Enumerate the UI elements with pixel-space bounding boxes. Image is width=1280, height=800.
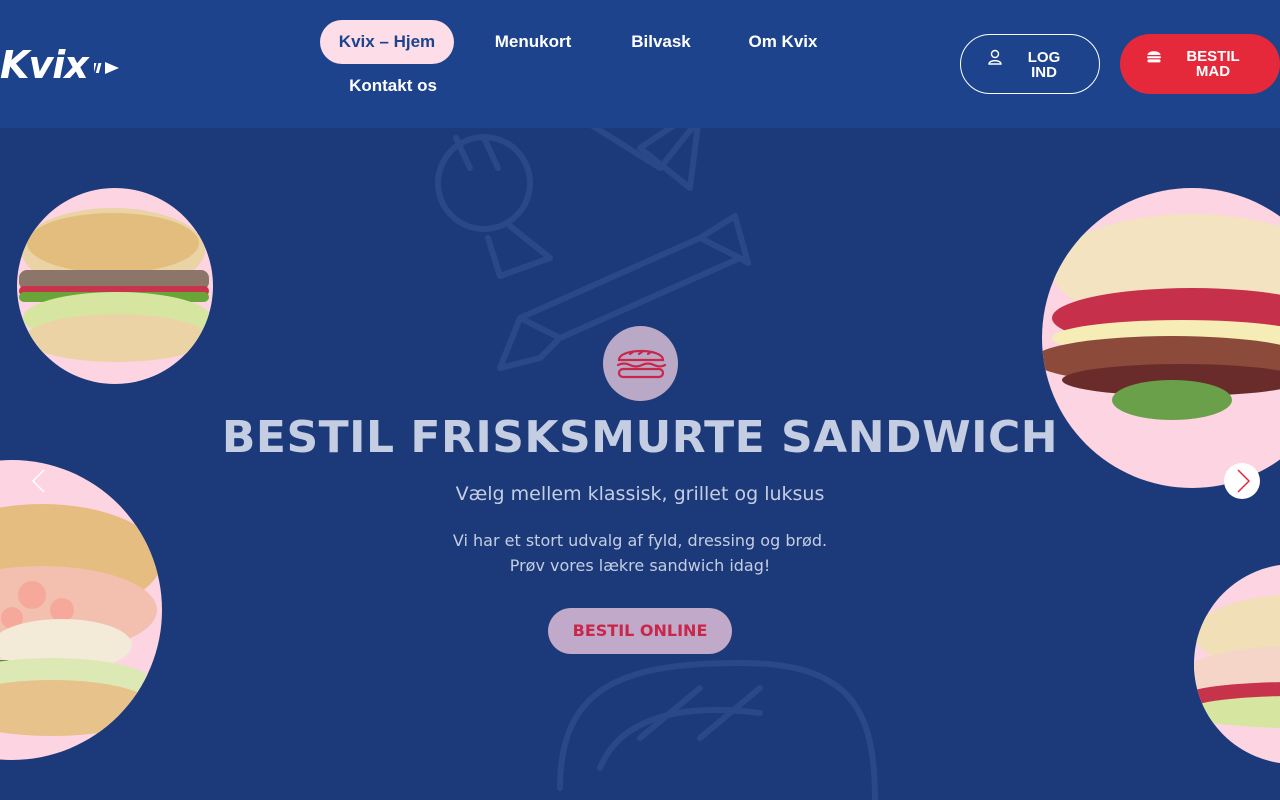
hero-description-line-2: Prøv vores lækre sandwich idag! [509, 556, 771, 575]
site-header: Kvix Kvix – Hjem Menukort Bilvask Om Kvi… [0, 0, 1280, 128]
hero-title: BESTIL FRISKSMURTE SANDWICH [221, 412, 1059, 463]
order-food-button[interactable]: BESTIL MAD [1120, 34, 1280, 94]
sandwich-image-tuna [17, 188, 213, 384]
chevron-left-icon[interactable] [22, 463, 58, 499]
kvix-logo[interactable]: Kvix [0, 44, 124, 86]
hero-subtitle: Vælg mellem klassisk, grillet og luksus [455, 483, 825, 505]
nav-item-menukort[interactable]: Menukort [478, 20, 588, 64]
user-icon [988, 49, 1002, 65]
nav-item-bilvask[interactable]: Bilvask [614, 20, 708, 64]
order-food-label: BESTIL MAD [1186, 48, 1240, 80]
sandwich-icon [603, 326, 678, 401]
hero-section: BESTIL FRISKSMURTE SANDWICH Vælg mellem … [0, 128, 1280, 800]
slider-next-button[interactable] [1224, 463, 1260, 499]
login-button[interactable]: LOG IND [960, 34, 1100, 94]
burger-icon [1147, 51, 1161, 63]
nav-item-kontakt[interactable]: Kontakt os [330, 64, 456, 108]
logo-wordmark: Kvix [0, 43, 89, 87]
chevron-right-icon [1237, 469, 1251, 493]
nav-item-home[interactable]: Kvix – Hjem [320, 20, 454, 64]
hero-description-line-1: Vi har et stort udvalg af fyld, dressing… [452, 531, 828, 550]
logo-speed-icon [94, 62, 119, 74]
nav-item-om-kvix[interactable]: Om Kvix [734, 20, 832, 64]
sandwich-tuna-icon [19, 208, 211, 362]
hero-description: Vi har et stort udvalg af fyld, dressing… [0, 528, 1280, 578]
order-online-button[interactable]: BESTIL ONLINE [548, 608, 732, 654]
login-label: LOG IND [1027, 49, 1061, 81]
